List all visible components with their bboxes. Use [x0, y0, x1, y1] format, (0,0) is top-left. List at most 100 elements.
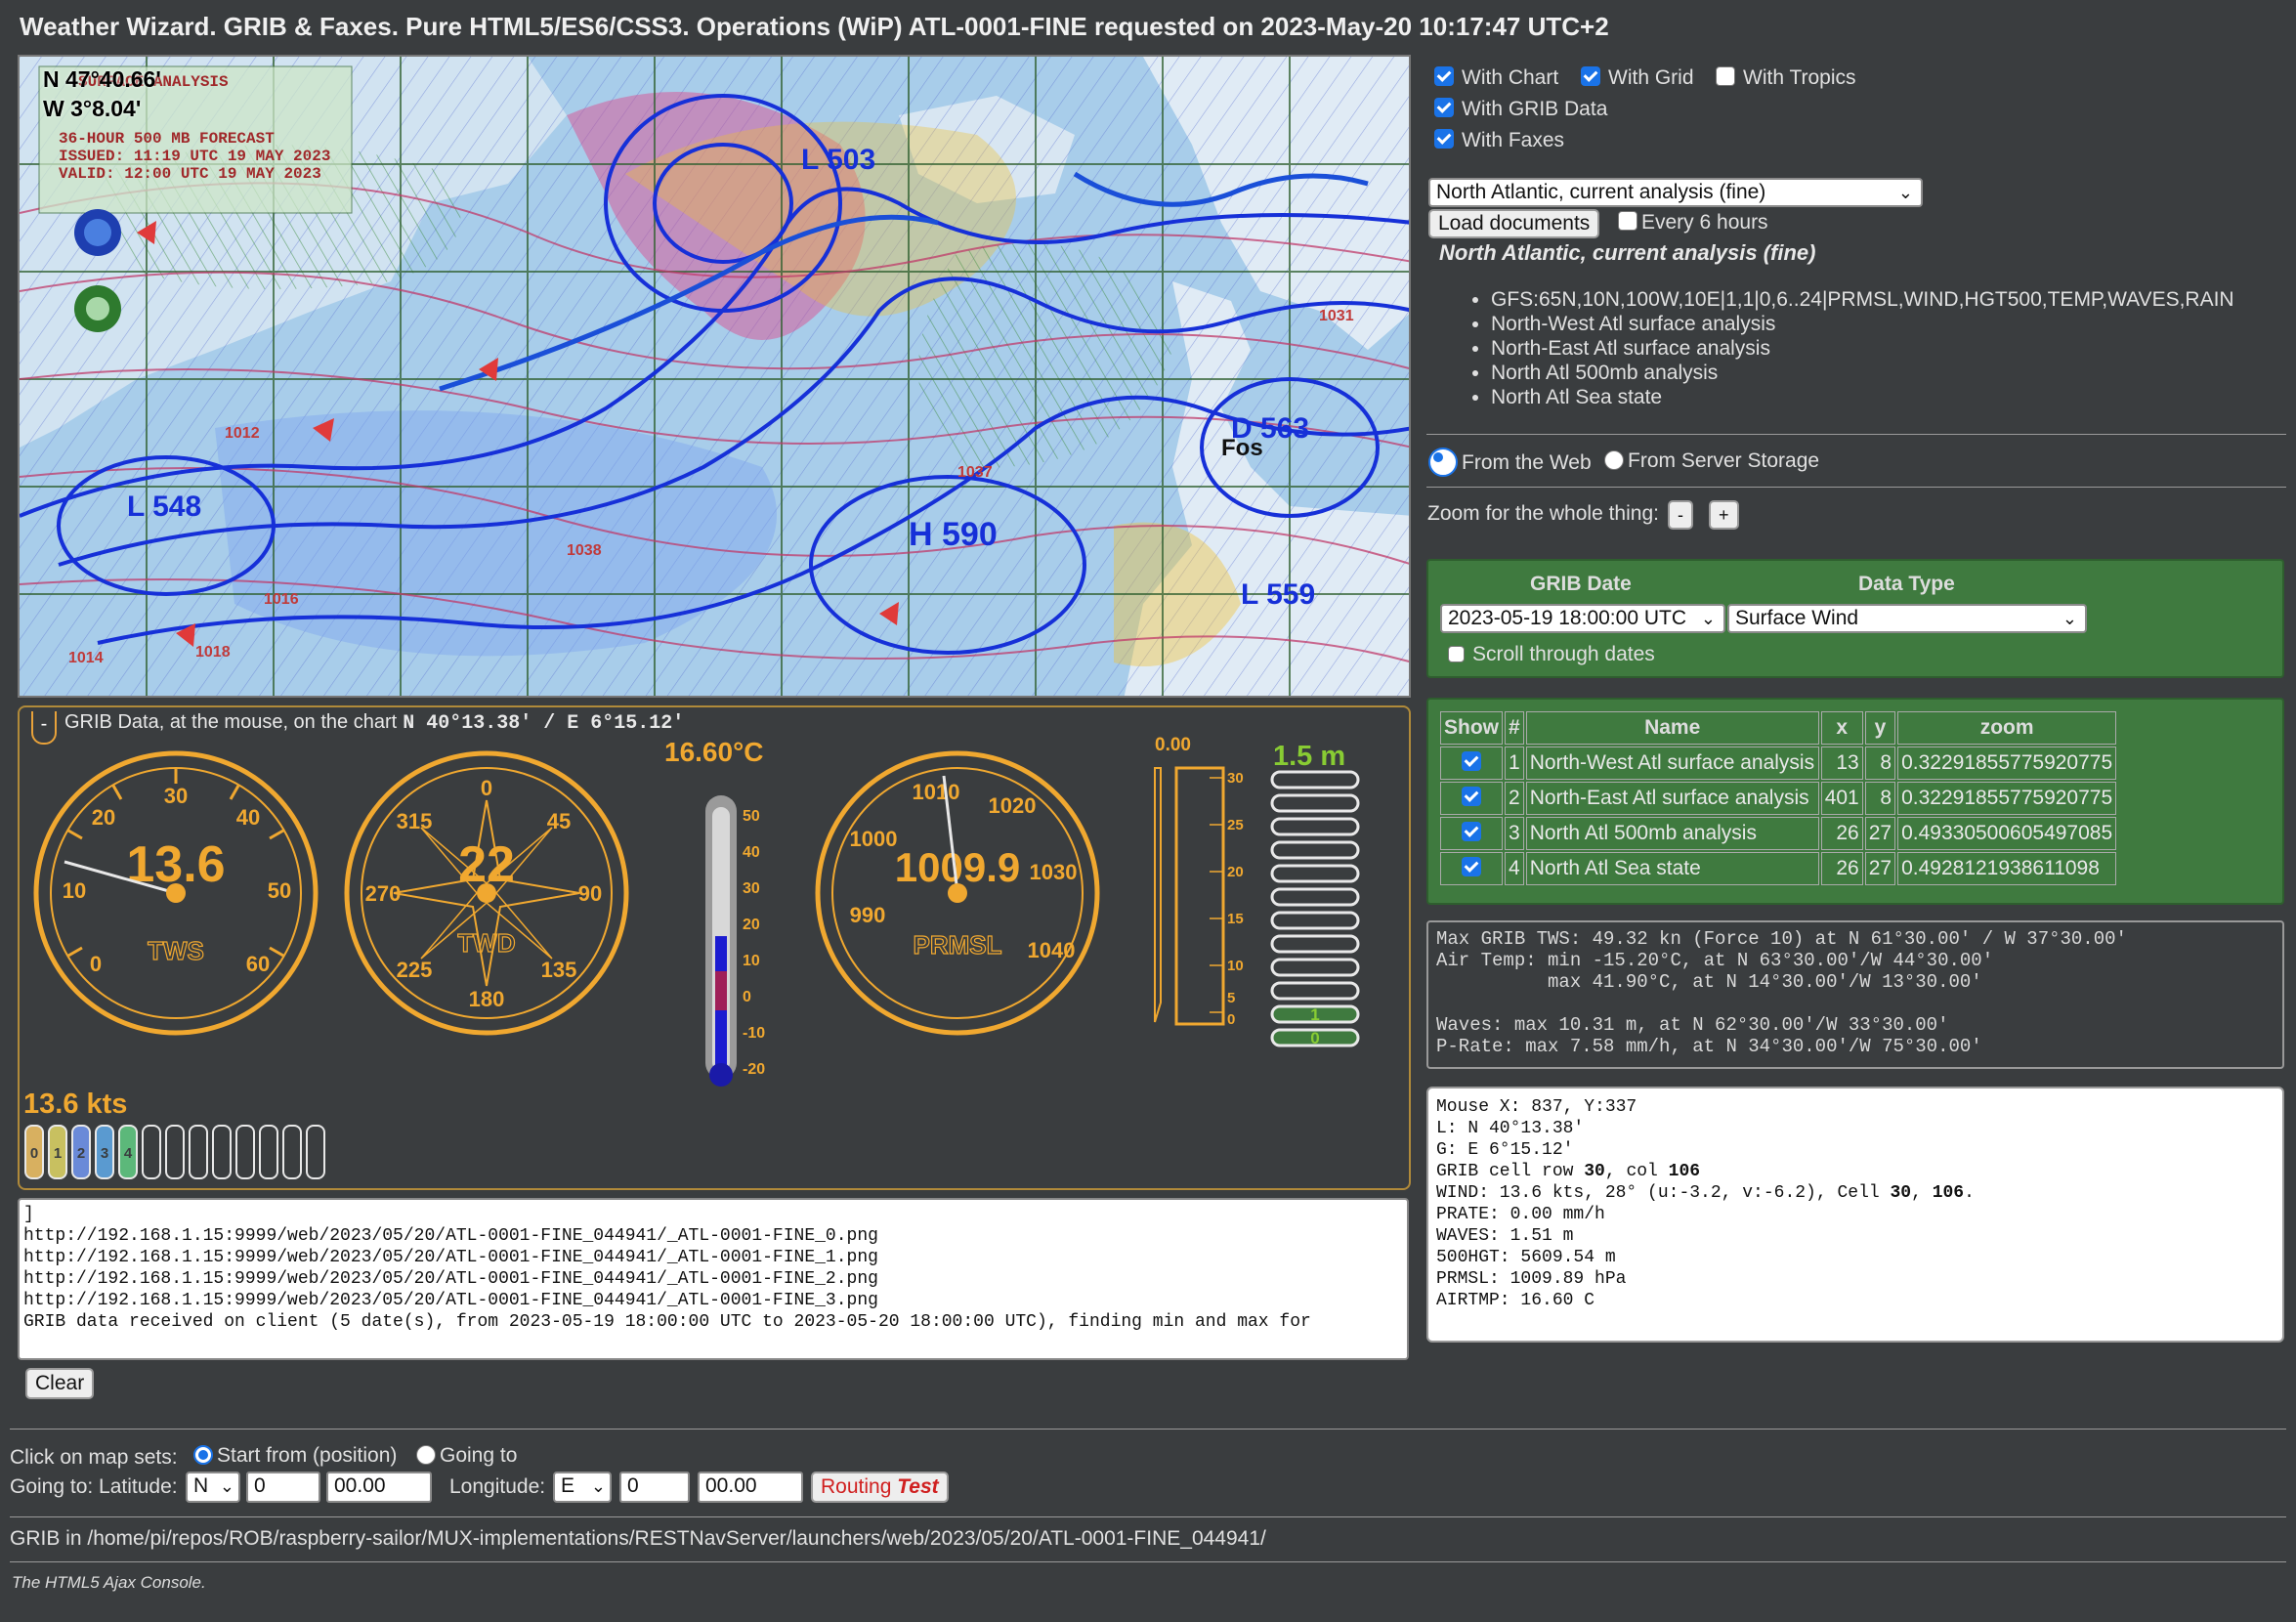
start-from-radio[interactable] [193, 1445, 213, 1465]
console-line: http://192.168.1.15:9999/web/2023/05/20/… [23, 1269, 878, 1289]
document-list-item: North Atl 500mb analysis [1491, 361, 2234, 385]
data-type-select[interactable]: Surface Wind ⌄ [1727, 604, 2087, 633]
going-to-radio[interactable] [416, 1445, 436, 1465]
zoom-in-button[interactable]: + [1709, 500, 1739, 530]
show-checkbox[interactable] [1462, 787, 1481, 806]
document-select[interactable]: North Atlantic, current analysis (fine) ⌄ [1428, 178, 1923, 207]
latitude-hemisphere-select[interactable]: N ⌄ [186, 1472, 240, 1503]
rain-tick-10: 10 [1227, 958, 1244, 974]
show-checkbox[interactable] [1462, 822, 1481, 841]
show-cell [1440, 747, 1503, 780]
mouse-info-line: GRIB cell row 30, col 106 [1436, 1162, 1701, 1181]
option-with-faxes[interactable]: With Faxes [1434, 129, 1564, 152]
waves-gauge: 1 0 [1270, 770, 1360, 1047]
temperature-readout: 16.60°C [664, 737, 764, 767]
document-list-item: GFS:65N,10N,100W,10E|1,1|0,6..24|PRMSL,W… [1491, 287, 2234, 312]
rain-tick-25: 25 [1227, 817, 1244, 833]
option-with-grid[interactable]: With Grid [1581, 66, 1694, 90]
console-output[interactable]: ] http://192.168.1.15:9999/web/2023/05/20… [18, 1198, 1409, 1360]
document-table-box: Show # Name x y zoom 1 North-West Atl su… [1426, 698, 2284, 905]
console-line: GRIB data received on client (5 date(s),… [23, 1312, 1311, 1332]
temp-tick-minus10: -10 [743, 1025, 765, 1042]
longitude-hemisphere-select[interactable]: E ⌄ [553, 1472, 612, 1503]
zoom-label: Zoom for the whole thing: [1427, 502, 1659, 525]
source-server-label: From Server Storage [1628, 449, 1820, 472]
number-cell: 2 [1505, 782, 1524, 815]
temp-tick-20: 20 [743, 917, 760, 933]
number-cell: 1 [1505, 747, 1524, 780]
option-with-chart[interactable]: With Chart [1434, 66, 1558, 90]
weather-map-canvas[interactable]: SURFACE ANALYSIS 36-HOUR 500 MB FORECAST… [18, 55, 1411, 698]
name-cell: North-East Atl surface analysis [1525, 782, 1819, 815]
chevron-down-icon: ⌄ [2062, 609, 2077, 628]
with-grid-checkbox[interactable] [1581, 66, 1600, 86]
source-web-option[interactable]: From the Web [1428, 448, 1592, 477]
clear-button[interactable]: Clear [25, 1368, 95, 1399]
source-web-radio[interactable] [1428, 448, 1458, 477]
twd-tick-0: 0 [481, 776, 492, 800]
grib-stats-panel: Max GRIB TWS: 49.32 kn (Force 10) at N 6… [1426, 920, 2284, 1069]
start-from-label: Start from (position) [217, 1444, 398, 1467]
twd-tick-225: 225 [397, 958, 433, 982]
tws-tick-40: 40 [236, 805, 260, 830]
grib-selector-box: GRIB Date Data Type 2023-05-19 18:00:00 … [1426, 559, 2284, 678]
option-every-6-hours[interactable]: Every 6 hours [1618, 211, 1768, 235]
beaufort-2: 2 [77, 1145, 85, 1162]
longitude-degrees-input[interactable]: 0 [619, 1472, 690, 1503]
zoom-out-button[interactable]: - [1668, 500, 1693, 530]
x-cell: 26 [1820, 817, 1863, 850]
data-type-value: Surface Wind [1735, 607, 1859, 629]
with-grib-checkbox[interactable] [1434, 98, 1454, 117]
going-to-option[interactable]: Going to [416, 1444, 517, 1468]
latitude-minutes-input[interactable]: 00.00 [326, 1472, 432, 1503]
with-faxes-checkbox[interactable] [1434, 129, 1454, 149]
prmsl-tick-1010: 1010 [913, 780, 960, 804]
option-with-grib[interactable]: With GRIB Data [1434, 98, 1607, 121]
show-cell [1440, 782, 1503, 815]
every-6-hours-checkbox[interactable] [1618, 211, 1637, 231]
rain-tick-0: 0 [1227, 1011, 1235, 1028]
with-grib-label: With GRIB Data [1462, 98, 1608, 120]
grib-date-select[interactable]: 2023-05-19 18:00:00 UTC ⌄ [1440, 604, 1725, 633]
grib-path: GRIB in /home/pi/repos/ROB/raspberry-sai… [10, 1527, 1266, 1550]
name-cell: North Atl Sea state [1525, 852, 1819, 885]
column-header-name: Name [1525, 711, 1819, 745]
show-checkbox[interactable] [1462, 751, 1481, 771]
temp-tick-10: 10 [743, 953, 760, 969]
zoom-cell: 0.49330500605497085 [1897, 817, 2117, 850]
with-chart-checkbox[interactable] [1434, 66, 1454, 86]
gauges-drawing: 0 10 20 30 40 50 60 13.6 TWS 0 45 90 135… [24, 750, 1360, 1179]
source-server-option[interactable]: From Server Storage [1604, 449, 1819, 473]
load-documents-button[interactable]: Load documents [1428, 209, 1600, 238]
mouse-info-line: L: N 40°13.38' [1436, 1119, 1585, 1138]
scroll-dates-option[interactable]: Scroll through dates [1448, 643, 1655, 666]
with-tropics-checkbox[interactable] [1716, 66, 1735, 86]
latitude-degrees-input[interactable]: 0 [246, 1472, 320, 1503]
stats-line: ​ [1436, 993, 2275, 1014]
rain-tick-5: 5 [1227, 990, 1235, 1006]
start-from-option[interactable]: Start from (position) [193, 1444, 397, 1468]
mouse-info-line: AIRTMP: 16.60 C [1436, 1291, 1595, 1310]
table-row: 3 North Atl 500mb analysis 26 27 0.49330… [1440, 817, 2117, 850]
scroll-dates-checkbox[interactable] [1448, 646, 1465, 662]
map-drawing: SURFACE ANALYSIS 36-HOUR 500 MB FORECAST… [20, 57, 1409, 696]
document-list-item: North-West Atl surface analysis [1491, 312, 2234, 336]
document-list-item: North-East Atl surface analysis [1491, 336, 2234, 361]
pressure-value-1012: 1012 [225, 425, 260, 442]
show-checkbox[interactable] [1462, 857, 1481, 876]
document-list-item: North Atl Sea state [1491, 385, 2234, 409]
number-cell: 3 [1505, 817, 1524, 850]
latitude-hemisphere-value: N [193, 1474, 209, 1497]
table-row: 2 North-East Atl surface analysis 401 8 … [1440, 782, 2117, 815]
source-server-radio[interactable] [1604, 450, 1624, 470]
longitude-minutes-input[interactable]: 00.00 [698, 1472, 803, 1503]
routing-test-button[interactable]: Routing Test [811, 1472, 949, 1503]
prmsl-tick-1040: 1040 [1028, 938, 1076, 962]
divider [10, 1429, 2286, 1430]
twd-tick-135: 135 [541, 958, 577, 982]
with-chart-label: With Chart [1462, 66, 1559, 89]
map-longitude: W 3°8.04' [43, 96, 142, 121]
option-with-tropics[interactable]: With Tropics [1716, 66, 1856, 90]
stats-line: P-Rate: max 7.58 mm/h, at N 34°30.00'/W … [1436, 1036, 1982, 1057]
mouse-info-line: WIND: 13.6 kts, 28° (u:-3.2, v:-6.2), Ce… [1436, 1183, 1975, 1203]
